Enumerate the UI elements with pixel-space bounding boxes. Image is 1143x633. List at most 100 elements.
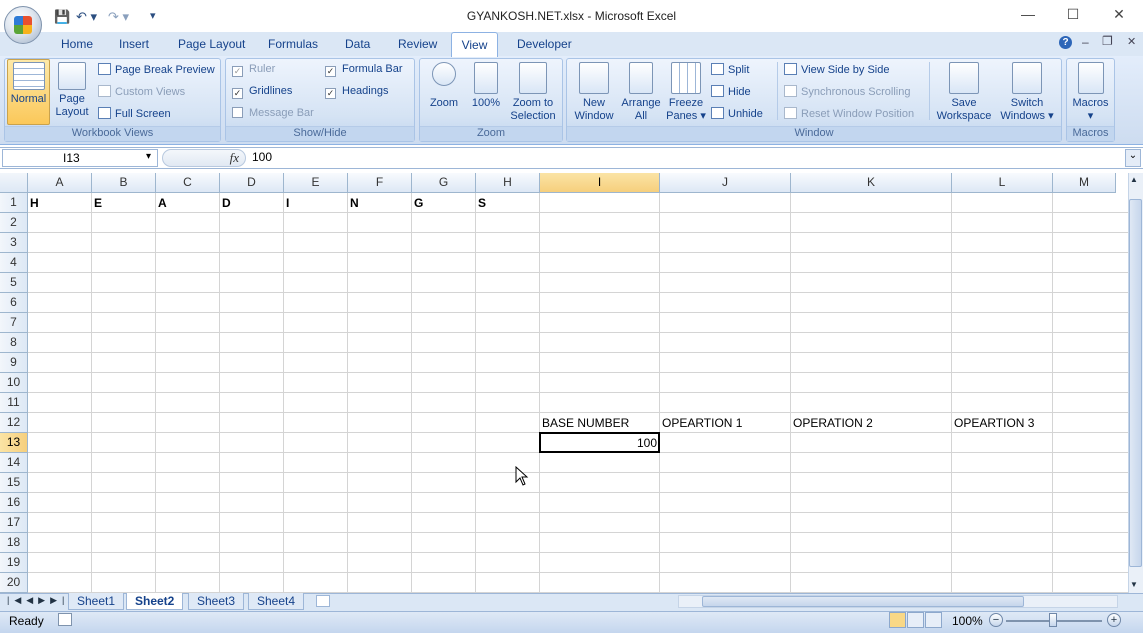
page-break-status-icon[interactable] <box>925 612 942 628</box>
ribbon-restore-icon[interactable]: ❐ <box>1102 34 1113 48</box>
column-header-g[interactable]: G <box>412 173 476 193</box>
ruler-checkbox[interactable]: ✓ Ruler <box>232 63 275 77</box>
sheet-tab-4[interactable]: Sheet4 <box>248 593 305 610</box>
switch-windows-button[interactable]: Switch Windows ▾ <box>996 62 1058 123</box>
full-screen-button[interactable]: Full Screen <box>98 107 171 121</box>
cell-b1[interactable]: E <box>94 193 102 213</box>
headings-checkbox[interactable]: ✓ Headings <box>325 85 388 99</box>
close-button[interactable]: ✕ <box>1104 6 1134 26</box>
row-header-7[interactable]: 7 <box>0 313 28 333</box>
zoom-level[interactable]: 100% <box>952 614 983 628</box>
sheet-tab-2[interactable]: Sheet2 <box>126 593 184 610</box>
split-button[interactable]: Split <box>711 63 749 77</box>
cell-j12[interactable]: OPEARTION 1 <box>662 413 742 433</box>
synchronous-scrolling-button[interactable]: Synchronous Scrolling <box>784 85 910 99</box>
help-icon[interactable]: ? <box>1059 36 1072 49</box>
normal-view-button[interactable]: Normal <box>7 59 50 125</box>
tab-page-layout[interactable]: Page Layout <box>178 37 245 51</box>
select-all-button[interactable] <box>0 173 28 193</box>
insert-function-button[interactable]: fx <box>162 149 246 167</box>
zoom-out-icon[interactable]: − <box>989 613 1003 627</box>
cell-d1[interactable]: D <box>222 193 231 213</box>
macro-record-icon[interactable] <box>58 613 72 626</box>
minimize-button[interactable]: — <box>1013 6 1043 26</box>
row-header-18[interactable]: 18 <box>0 533 28 553</box>
row-header-12[interactable]: 12 <box>0 413 28 433</box>
column-header-b[interactable]: B <box>92 173 156 193</box>
tab-data[interactable]: Data <box>345 37 370 51</box>
tab-home[interactable]: Home <box>61 37 93 51</box>
column-header-d[interactable]: D <box>220 173 284 193</box>
tab-formulas[interactable]: Formulas <box>268 37 318 51</box>
column-header-a[interactable]: A <box>28 173 92 193</box>
zoom-to-selection-button[interactable]: Zoom to Selection <box>506 62 560 123</box>
row-header-14[interactable]: 14 <box>0 453 28 473</box>
cell-l12[interactable]: OPEARTION 3 <box>954 413 1034 433</box>
cell-c1[interactable]: A <box>158 193 167 213</box>
cell-a1[interactable]: H <box>30 193 39 213</box>
formula-input[interactable]: 100 <box>252 150 272 164</box>
zoom-100-button[interactable]: 100% <box>468 62 504 110</box>
cell-f1[interactable]: N <box>350 193 359 213</box>
zoom-button[interactable]: Zoom <box>425 62 463 110</box>
column-header-i[interactable]: I <box>540 173 660 193</box>
reset-window-position-button[interactable]: Reset Window Position <box>784 107 914 121</box>
row-header-10[interactable]: 10 <box>0 373 28 393</box>
insert-sheet-icon[interactable] <box>316 595 330 607</box>
page-break-preview-button[interactable]: Page Break Preview <box>98 63 215 77</box>
column-header-m[interactable]: M <box>1053 173 1116 193</box>
name-box-dropdown-icon[interactable]: ▾ <box>146 151 151 162</box>
cell-i12[interactable]: BASE NUMBER <box>542 413 629 433</box>
cell-h1[interactable]: S <box>478 193 486 213</box>
active-cell-selection[interactable] <box>539 432 660 453</box>
tab-view[interactable]: View <box>451 32 498 57</box>
formula-bar-checkbox[interactable]: ✓ Formula Bar <box>325 63 403 77</box>
gridlines-checkbox[interactable]: ✓ Gridlines <box>232 85 292 99</box>
column-header-l[interactable]: L <box>952 173 1053 193</box>
hide-button[interactable]: Hide <box>711 85 751 99</box>
row-header-15[interactable]: 15 <box>0 473 28 493</box>
arrange-all-button[interactable]: Arrange All <box>619 62 663 123</box>
name-box[interactable]: I13 <box>2 149 158 167</box>
row-header-5[interactable]: 5 <box>0 273 28 293</box>
column-header-c[interactable]: C <box>156 173 220 193</box>
horizontal-scroll-thumb[interactable] <box>702 596 1024 607</box>
zoom-slider-knob[interactable] <box>1049 613 1057 627</box>
row-header-4[interactable]: 4 <box>0 253 28 273</box>
cell-g1[interactable]: G <box>414 193 423 213</box>
save-workspace-button[interactable]: Save Workspace <box>934 62 994 123</box>
custom-views-button[interactable]: Custom Views <box>98 85 185 99</box>
row-header-13[interactable]: 13 <box>0 433 28 453</box>
macros-button[interactable]: Macros ▾ <box>1068 62 1113 123</box>
maximize-button[interactable]: ☐ <box>1058 6 1088 26</box>
row-header-9[interactable]: 9 <box>0 353 28 373</box>
row-header-20[interactable]: 20 <box>0 573 28 593</box>
tab-developer[interactable]: Developer <box>517 37 572 51</box>
cell-e1[interactable]: I <box>286 193 289 213</box>
row-header-6[interactable]: 6 <box>0 293 28 313</box>
worksheet-grid[interactable] <box>0 173 1128 593</box>
view-side-by-side-button[interactable]: View Side by Side <box>784 63 889 77</box>
sheet-tab-3[interactable]: Sheet3 <box>188 593 245 610</box>
column-header-e[interactable]: E <box>284 173 348 193</box>
scroll-up-icon[interactable]: ▲ <box>1130 175 1138 184</box>
unhide-button[interactable]: Unhide <box>711 107 763 121</box>
row-header-1[interactable]: 1 <box>0 193 28 213</box>
column-header-k[interactable]: K <box>791 173 952 193</box>
row-header-19[interactable]: 19 <box>0 553 28 573</box>
column-header-f[interactable]: F <box>348 173 412 193</box>
column-header-j[interactable]: J <box>660 173 791 193</box>
row-header-3[interactable]: 3 <box>0 233 28 253</box>
cell-k12[interactable]: OPERATION 2 <box>793 413 873 433</box>
row-header-17[interactable]: 17 <box>0 513 28 533</box>
page-layout-status-icon[interactable] <box>907 612 924 628</box>
normal-view-status-icon[interactable] <box>889 612 906 628</box>
ribbon-close-icon[interactable]: ✕ <box>1127 35 1136 48</box>
row-header-16[interactable]: 16 <box>0 493 28 513</box>
row-header-2[interactable]: 2 <box>0 213 28 233</box>
zoom-in-icon[interactable]: + <box>1107 613 1121 627</box>
column-header-h[interactable]: H <box>476 173 540 193</box>
freeze-panes-button[interactable]: Freeze Panes ▾ <box>664 62 708 123</box>
new-window-button[interactable]: New Window <box>570 62 618 123</box>
scroll-down-icon[interactable]: ▼ <box>1130 580 1138 589</box>
